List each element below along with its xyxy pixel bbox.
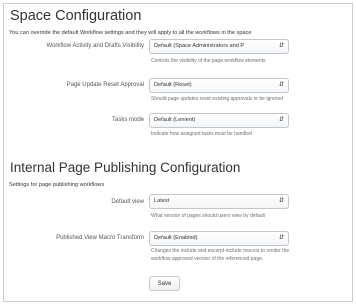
updown-arrow-icon: ⇵ <box>278 117 284 123</box>
macro-transform-select[interactable]: Default (Enabled) ⇵ <box>149 231 289 246</box>
updown-arrow-icon: ⇵ <box>278 43 284 49</box>
page-update-reset-value: Default (Reset) <box>154 82 192 88</box>
workflow-visibility-select[interactable]: Default (Space Administrators and P ⇵ <box>149 39 289 54</box>
default-view-value: Latest <box>154 198 170 204</box>
page-update-reset-label: Page Update Reset Approval <box>66 82 144 88</box>
default-view-select[interactable]: Latest ⇵ <box>149 194 289 209</box>
space-config-title: Space Configuration <box>10 8 142 24</box>
workflow-visibility-value: Default (Space Administrators and P <box>154 43 245 49</box>
updown-arrow-icon: ⇵ <box>278 198 284 204</box>
page-update-reset-select[interactable]: Default (Reset) ⇵ <box>149 78 289 93</box>
tasks-mode-value: Default (Lenient) <box>154 117 196 123</box>
default-view-help: What version of pages should users view … <box>151 213 265 219</box>
updown-arrow-icon: ⇵ <box>278 235 284 241</box>
save-button[interactable]: Save <box>149 276 180 291</box>
tasks-mode-select[interactable]: Default (Lenient) ⇵ <box>149 113 289 128</box>
workflow-visibility-label: Workflow Activity and Drafts Visibility <box>46 43 144 49</box>
workflow-visibility-help: Controls the visibility of the page work… <box>151 58 266 64</box>
publishing-config-description: Settings for page publishing workflows <box>9 182 105 188</box>
macro-transform-help-line1: Changes the include and excerpt-include … <box>151 248 290 254</box>
space-config-description: You can override the default Workflow se… <box>9 30 252 36</box>
tasks-mode-help: Indicate how assigned tasks must be hand… <box>151 131 252 137</box>
macro-transform-label: Published View Macro Transform <box>56 235 144 241</box>
page-update-reset-help: Should page updates reset existing appro… <box>151 96 284 102</box>
tasks-mode-label: Tasks mode <box>111 117 144 123</box>
publishing-config-title: Internal Page Publishing Configuration <box>10 160 241 175</box>
updown-arrow-icon: ⇵ <box>278 82 284 88</box>
macro-transform-value: Default (Enabled) <box>154 235 198 241</box>
macro-transform-help-line2: workflow approved version of the referen… <box>151 256 264 262</box>
default-view-label: Default view <box>111 199 144 205</box>
